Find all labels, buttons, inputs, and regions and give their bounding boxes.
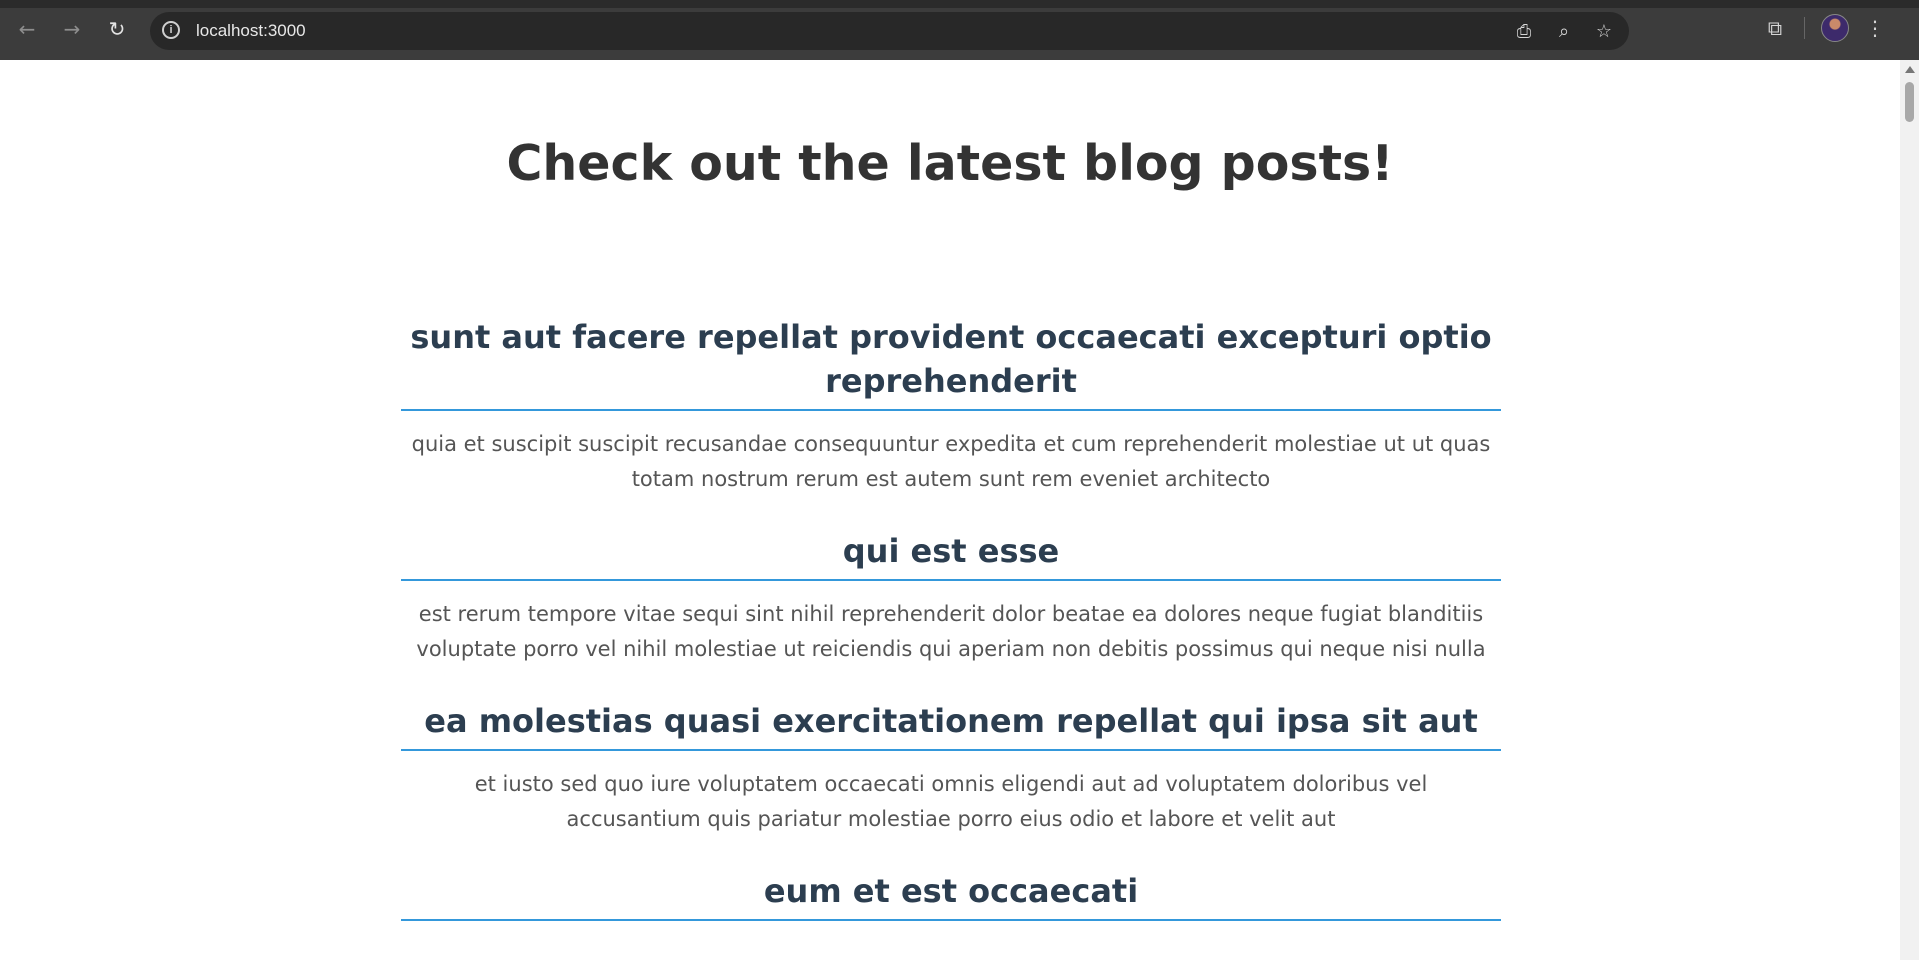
post-item: ea molestias quasi exercitationem repell… [401,699,1501,837]
scroll-thumb[interactable] [1905,82,1914,122]
address-url[interactable]: localhost:3000 [196,21,306,41]
post-title: eum et est occaecati [401,869,1501,921]
kebab-menu-icon[interactable]: ⋮ [1865,16,1885,40]
browser-toolbar: ← → ↻ i localhost:3000 ⎙ ⌕ ☆ ⧉ ⋮ [0,0,1919,60]
star-icon[interactable]: ☆ [1591,20,1617,42]
page-content: Check out the latest blog posts! sunt au… [0,60,1900,960]
avatar[interactable] [1821,14,1849,42]
scrollbar[interactable] [1900,60,1919,960]
info-icon[interactable]: i [162,21,180,39]
page-title: Check out the latest blog posts! [506,135,1394,192]
address-bar[interactable]: i localhost:3000 ⎙ ⌕ ☆ [150,12,1629,50]
post-body: quia et suscipit suscipit recusandae con… [411,432,1491,491]
scroll-up-arrow-icon[interactable] [1905,66,1915,73]
arrow-left-icon: ← [18,17,36,41]
install-app-icon[interactable]: ⎙ [1511,20,1537,42]
post-title: qui est esse [401,529,1501,581]
reload-icon: ↻ [108,17,126,41]
post-title: sunt aut facere repellat provident occae… [401,315,1501,411]
tab-strip [0,0,1919,8]
toolbar-divider [1804,17,1805,39]
post-title: ea molestias quasi exercitationem repell… [401,699,1501,751]
reload-button[interactable]: ↻ [101,13,133,45]
post-item: sunt aut facere repellat provident occae… [401,315,1501,497]
forward-button[interactable]: → [56,13,88,45]
post-item: qui est esse est rerum tempore vitae seq… [401,529,1501,667]
post-body: est rerum tempore vitae sequi sint nihil… [416,602,1486,661]
post-body: et iusto sed quo iure voluptatem occaeca… [474,772,1428,831]
back-button[interactable]: ← [11,13,43,45]
arrow-right-icon: → [63,17,81,41]
post-item: eum et est occaecati [401,869,1501,921]
post-list: sunt aut facere repellat provident occae… [401,315,1501,953]
zoom-icon[interactable]: ⌕ [1551,20,1577,42]
puzzle-icon[interactable]: ⧉ [1762,16,1788,40]
